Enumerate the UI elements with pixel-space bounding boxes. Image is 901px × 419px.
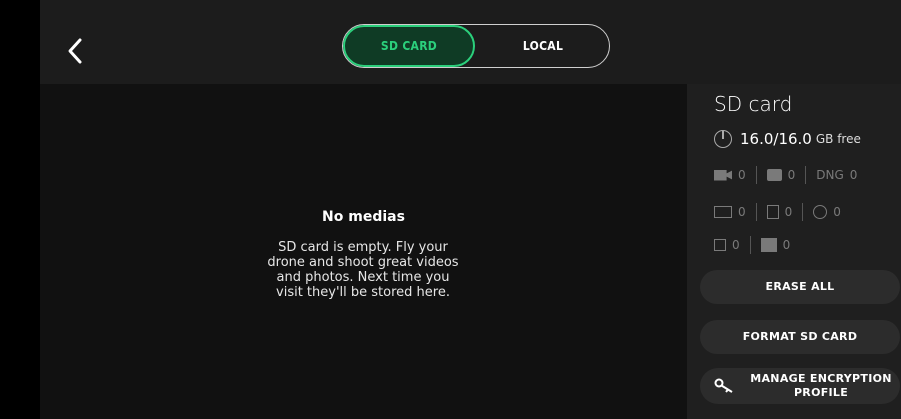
sidebar-title: SD card bbox=[714, 92, 793, 116]
divider bbox=[805, 166, 807, 184]
media-grid-area: No medias SD card is empty. Fly your dro… bbox=[40, 84, 687, 419]
key-icon bbox=[714, 378, 733, 393]
media-count-row-2: 0 0 0 bbox=[714, 203, 841, 221]
single-count: 0 bbox=[714, 238, 740, 252]
source-toggle: SD CARD LOCAL bbox=[342, 24, 610, 68]
video-count: 0 bbox=[714, 168, 746, 182]
divider bbox=[802, 203, 804, 221]
manage-encryption-label: MANAGE ENCRYPTION PROFILE bbox=[750, 372, 892, 399]
burst-icon bbox=[760, 238, 777, 252]
top-bar: SD CARD LOCAL bbox=[40, 0, 901, 85]
chevron-left-icon bbox=[68, 38, 82, 64]
storage-sidebar: SD card 16.0/16.0 GB free 0 0 DNG 0 0 0 … bbox=[687, 84, 901, 419]
panorama-count: 0 bbox=[714, 205, 746, 219]
hourglass-icon bbox=[766, 205, 779, 219]
app-frame: SD CARD LOCAL No medias SD card is empty… bbox=[40, 0, 901, 419]
camera-icon bbox=[766, 169, 782, 181]
globe-icon bbox=[813, 205, 828, 219]
video-camera-icon bbox=[714, 169, 732, 181]
timelapse-count: 0 bbox=[766, 205, 792, 219]
manage-encryption-button[interactable]: MANAGE ENCRYPTION PROFILE bbox=[700, 368, 900, 404]
back-button[interactable] bbox=[64, 34, 88, 68]
spherical-count: 0 bbox=[813, 205, 841, 219]
storage-pie-icon bbox=[714, 130, 732, 148]
panorama-icon bbox=[714, 206, 732, 218]
storage-value: 16.0/16.0 bbox=[740, 130, 812, 148]
format-sd-card-button[interactable]: FORMAT SD CARD bbox=[700, 320, 900, 354]
tab-sd-card[interactable]: SD CARD bbox=[343, 25, 475, 67]
media-count-row-1: 0 0 DNG 0 bbox=[714, 166, 857, 184]
burst-count: 0 bbox=[760, 238, 790, 252]
media-count-row-3: 0 0 bbox=[714, 236, 790, 254]
dng-label: DNG bbox=[816, 168, 844, 182]
dng-count: DNG 0 bbox=[816, 168, 858, 182]
storage-info: 16.0/16.0 GB free bbox=[714, 130, 861, 148]
empty-state-title: No medias bbox=[322, 209, 405, 225]
divider bbox=[749, 236, 751, 254]
divider bbox=[755, 166, 757, 184]
divider bbox=[755, 203, 757, 221]
storage-unit: GB free bbox=[815, 132, 861, 146]
empty-state-message: SD card is empty. Fly your drone and sho… bbox=[267, 240, 459, 300]
single-frame-icon bbox=[714, 239, 726, 251]
erase-all-button[interactable]: ERASE ALL bbox=[700, 270, 900, 304]
photo-count: 0 bbox=[766, 168, 795, 182]
tab-local[interactable]: LOCAL bbox=[477, 25, 609, 67]
